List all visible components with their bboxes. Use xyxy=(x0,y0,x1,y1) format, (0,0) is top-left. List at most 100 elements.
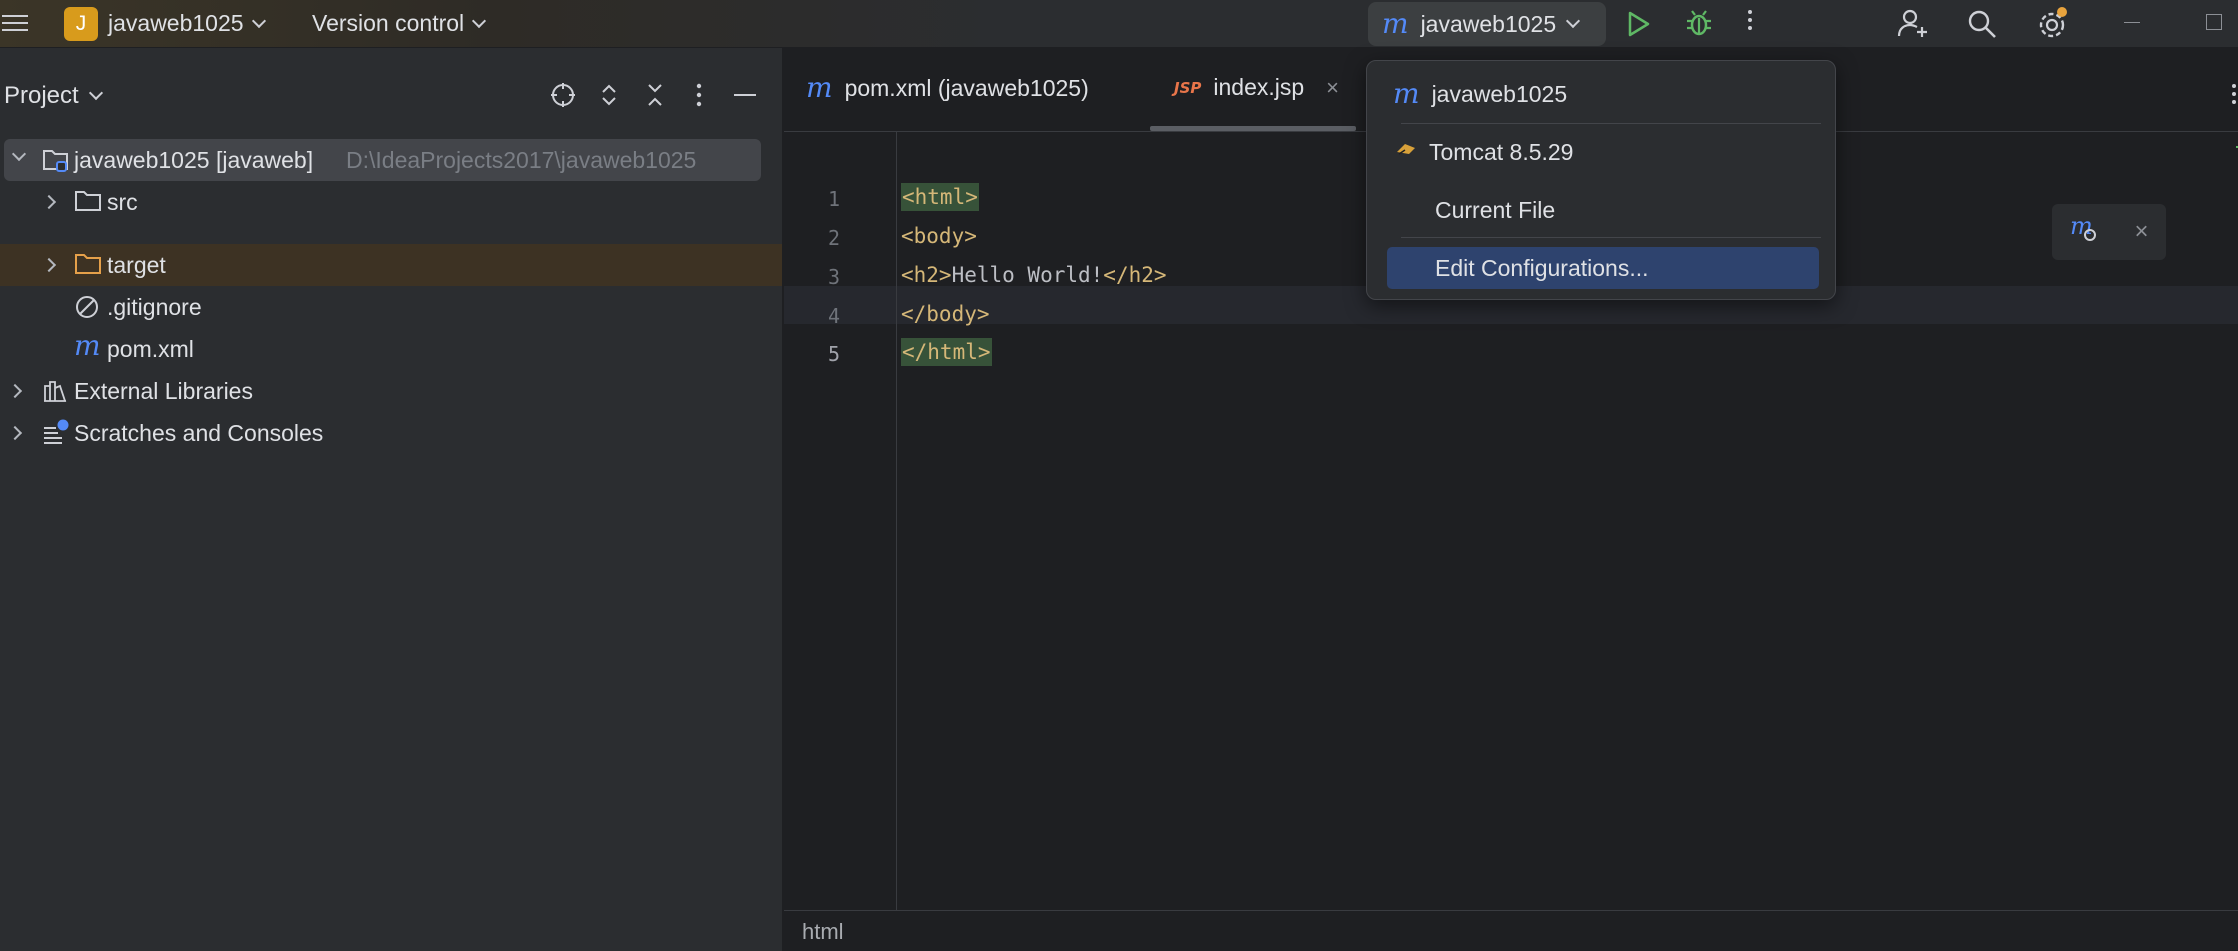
ignore-file-icon xyxy=(74,294,100,326)
code-line-4[interactable]: </body> xyxy=(901,302,990,326)
chevron-down-icon xyxy=(472,13,487,28)
tree-item-project-root[interactable]: javaweb1025 [javaweb] D:\IdeaProjects201… xyxy=(4,139,761,181)
run-icon[interactable] xyxy=(1626,10,1652,38)
active-tab-indicator xyxy=(1150,126,1356,131)
options-icon[interactable] xyxy=(682,78,716,112)
dropdown-item-current-file[interactable]: Current File xyxy=(1387,189,1819,231)
scratches-icon xyxy=(42,418,70,452)
chevron-right-icon[interactable] xyxy=(7,425,23,441)
code-line-1[interactable]: <html> xyxy=(901,183,979,211)
chevron-right-icon[interactable] xyxy=(7,383,23,399)
maven-icon: m xyxy=(806,71,833,104)
project-tool-window: Project javaweb1025 [javaweb] D:\IdeaPro… xyxy=(0,48,783,951)
tomcat-icon xyxy=(1395,139,1417,166)
add-user-icon[interactable] xyxy=(1896,6,1930,40)
tree-item-label: Scratches and Consoles xyxy=(74,419,324,446)
project-panel-title: Project xyxy=(4,82,79,109)
svg-text:m: m xyxy=(2070,214,2093,240)
tree-item-label: src xyxy=(107,188,138,215)
tab-label: pom.xml (javaweb1025) xyxy=(844,74,1089,101)
line-number-gutter: 1 2 3 4 5 xyxy=(784,132,897,910)
dropdown-item-label: Tomcat 8.5.29 xyxy=(1429,138,1574,165)
tree-item-label: .gitignore xyxy=(107,293,202,320)
chevron-right-icon[interactable] xyxy=(41,194,57,210)
maven-icon: m xyxy=(1382,7,1409,40)
project-switcher[interactable]: javaweb1025 xyxy=(108,10,266,37)
tree-item-gitignore[interactable]: .gitignore xyxy=(0,286,782,328)
dropdown-item-label: Current File xyxy=(1435,196,1556,223)
tree-item-label: javaweb1025 [javaweb] xyxy=(74,146,314,173)
code-token: <body> xyxy=(901,224,977,248)
dropdown-item-javaweb1025[interactable]: m javaweb1025 xyxy=(1387,73,1819,115)
version-control-menu[interactable]: Version control xyxy=(312,10,487,37)
excluded-folder-icon xyxy=(74,252,102,282)
tree-item-external-libraries[interactable]: External Libraries xyxy=(0,370,782,412)
code-line-5[interactable]: </html> xyxy=(901,338,992,366)
locate-file-icon[interactable] xyxy=(546,78,580,112)
maven-reload-icon[interactable]: m xyxy=(2069,212,2099,250)
tab-label: index.jsp xyxy=(1213,74,1305,100)
line-number: 4 xyxy=(827,304,840,328)
close-icon[interactable]: × xyxy=(1326,75,1339,101)
maven-icon: m xyxy=(74,329,101,362)
tree-item-label: target xyxy=(107,251,166,278)
library-icon xyxy=(42,378,68,410)
tree-item-scratches[interactable]: Scratches and Consoles xyxy=(0,412,782,454)
title-bar: J javaweb1025 Version control m javaweb1… xyxy=(0,0,2238,48)
dropdown-item-label: javaweb1025 xyxy=(1431,80,1568,107)
chevron-right-icon[interactable] xyxy=(41,257,57,273)
tree-item-pom-xml[interactable]: m pom.xml xyxy=(0,328,782,370)
line-number: 5 xyxy=(827,342,840,366)
project-badge[interactable]: J xyxy=(64,7,98,41)
dropdown-item-tomcat[interactable]: Tomcat 8.5.29 xyxy=(1387,131,1819,173)
hide-panel-icon[interactable] xyxy=(728,78,762,112)
divider xyxy=(1401,123,1821,124)
maximize-icon[interactable] xyxy=(2206,14,2222,30)
code-line-3[interactable]: <h2>Hello World!</h2> xyxy=(901,263,1167,287)
tab-options-icon[interactable] xyxy=(2230,82,2238,112)
expand-all-icon[interactable] xyxy=(592,78,626,112)
project-name: javaweb1025 xyxy=(108,10,244,36)
module-folder-icon xyxy=(42,147,70,179)
project-view-selector[interactable]: Project xyxy=(4,82,103,110)
maven-icon: m xyxy=(1393,77,1420,110)
search-icon[interactable] xyxy=(1966,8,1998,40)
main-menu-icon[interactable] xyxy=(0,8,30,38)
maven-reload-popup: m × xyxy=(2052,204,2166,260)
tree-item-path: D:\IdeaProjects2017\javaweb1025 xyxy=(346,146,697,173)
code-text: Hello World! xyxy=(951,263,1104,287)
version-control-label: Version control xyxy=(312,10,465,36)
tab-pom-xml[interactable]: m pom.xml (javaweb1025) xyxy=(806,74,1089,102)
settings-icon[interactable] xyxy=(2034,6,2070,42)
close-icon[interactable]: × xyxy=(2134,218,2148,246)
dropdown-item-edit-configurations[interactable]: Edit Configurations... xyxy=(1387,247,1819,289)
chevron-down-icon xyxy=(1566,13,1581,29)
dropdown-item-label: Edit Configurations... xyxy=(1435,254,1649,281)
minimize-icon[interactable] xyxy=(2124,22,2140,23)
tree-item-src[interactable]: src xyxy=(0,181,782,223)
run-config-dropdown: m javaweb1025 Tomcat 8.5.29 Current File… xyxy=(1366,60,1836,300)
more-icon[interactable] xyxy=(1748,10,1752,30)
chevron-down-icon xyxy=(251,13,266,28)
chevron-down-icon[interactable] xyxy=(11,146,27,162)
folder-icon xyxy=(74,189,102,219)
tree-item-label: pom.xml xyxy=(107,335,194,362)
project-panel-header: Project xyxy=(0,48,783,142)
line-number: 2 xyxy=(827,226,840,250)
collapse-all-icon[interactable] xyxy=(638,78,672,112)
code-token: <h2> xyxy=(901,263,952,287)
code-token: </h2> xyxy=(1103,263,1167,287)
code-token: <html> xyxy=(901,183,979,211)
breadcrumb-bar: html xyxy=(784,910,2238,951)
tab-index-jsp[interactable]: JSP index.jsp × xyxy=(1174,74,1339,101)
run-config-name: javaweb1025 xyxy=(1420,10,1557,37)
jsp-file-icon: JSP xyxy=(1174,78,1202,97)
tree-item-label: External Libraries xyxy=(74,377,253,404)
run-config-selector[interactable]: m javaweb1025 xyxy=(1368,2,1606,46)
line-number: 1 xyxy=(827,187,840,211)
breadcrumb[interactable]: html xyxy=(802,919,844,945)
code-token: </body> xyxy=(901,302,990,326)
code-line-2[interactable]: <body> xyxy=(901,224,977,248)
debug-icon[interactable] xyxy=(1684,8,1714,38)
tree-item-target[interactable]: target xyxy=(0,244,782,286)
